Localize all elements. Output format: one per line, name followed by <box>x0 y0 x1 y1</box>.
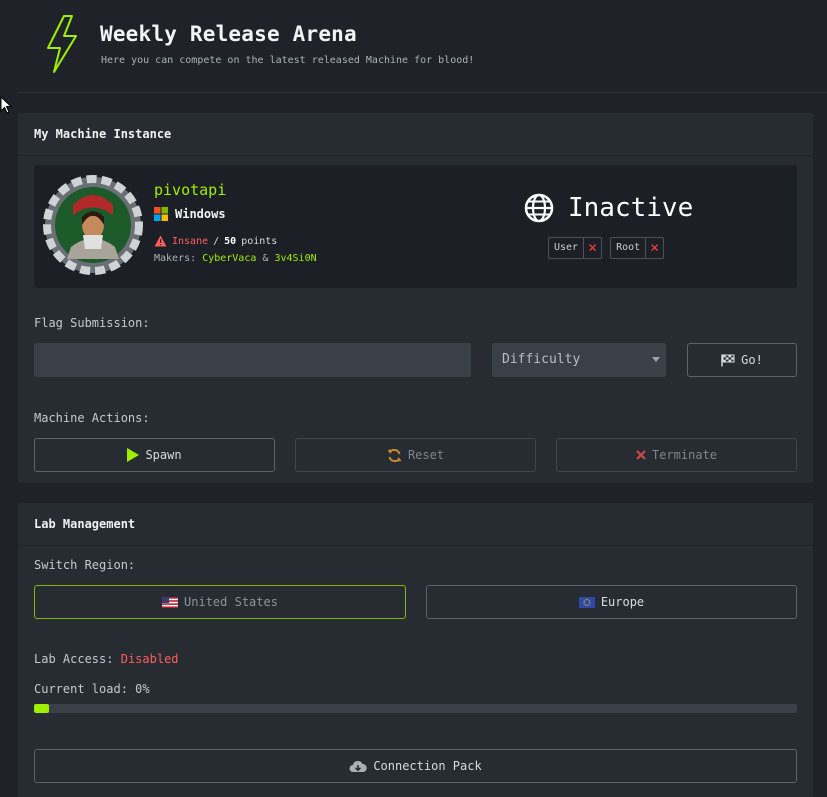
current-load-label: Current load: <box>34 682 128 696</box>
user-flag-badge: User ✕ <box>548 237 603 259</box>
makers-and: & <box>262 253 269 264</box>
owned-flags: User ✕ Root ✕ <box>548 237 665 259</box>
eu-flag-icon <box>578 596 595 608</box>
current-load-status: Current load: 0% <box>34 682 150 696</box>
points-value: 50 <box>224 235 237 247</box>
machine-actions-label: Machine Actions: <box>34 411 150 425</box>
maker-link-2[interactable]: 3v4Si0N <box>274 253 316 264</box>
cloud-download-icon <box>349 760 368 772</box>
reset-button-label: Reset <box>407 448 445 462</box>
lightning-bolt-icon <box>47 15 77 73</box>
reset-button[interactable]: Reset <box>295 438 536 472</box>
difficulty-label: Insane <box>172 235 209 247</box>
lab-management-panel: Lab Management Switch Region: United Sta… <box>18 503 813 797</box>
globe-icon <box>524 193 554 223</box>
region-eu-label: Europe <box>600 595 645 609</box>
current-load-value: 0% <box>135 682 150 696</box>
load-progress-fill <box>34 704 50 713</box>
status-text: Inactive <box>568 193 694 223</box>
switch-region-label: Switch Region: <box>34 558 136 572</box>
page-header: Weekly Release Arena Here you can compet… <box>0 0 827 93</box>
checkered-flag-icon <box>721 354 735 366</box>
flag-submission-label: Flag Submission: <box>34 316 150 330</box>
not-owned-icon: ✕ <box>583 238 601 258</box>
difficulty-separator: / <box>213 235 220 247</box>
machine-avatar[interactable] <box>43 175 143 275</box>
mouse-cursor-icon <box>0 96 12 114</box>
warning-icon <box>154 235 167 247</box>
user-flag-label: User <box>554 242 579 253</box>
close-icon <box>636 450 646 460</box>
machine-difficulty: Insane / 50 points <box>154 235 277 247</box>
submit-flag-button[interactable]: Go! <box>687 343 797 377</box>
not-owned-icon: ✕ <box>645 238 663 258</box>
load-progress-bar <box>34 704 797 713</box>
lab-access-value: Disabled <box>120 652 179 666</box>
spawn-button-label: Spawn <box>145 448 182 462</box>
machine-instance-panel: My Machine Instance pivotapi Windows Ins… <box>18 113 813 483</box>
difficulty-select[interactable]: Difficulty <box>492 343 666 377</box>
connection-pack-button[interactable]: Connection Pack <box>34 749 797 783</box>
makers-label: Makers: <box>154 253 197 264</box>
maker-link-1[interactable]: CyberVaca <box>202 253 256 264</box>
lab-access-status: Lab Access: Disabled <box>34 652 179 666</box>
region-eu-button[interactable]: Europe <box>426 585 797 619</box>
caret-down-icon <box>652 357 660 362</box>
panel-divider <box>18 155 813 156</box>
lab-access-label: Lab Access: <box>34 652 114 666</box>
region-us-button[interactable]: United States <box>34 585 406 619</box>
header-divider <box>18 92 827 93</box>
difficulty-select-value: Difficulty <box>502 352 581 367</box>
page-subtitle: Here you can compete on the latest relea… <box>101 55 475 66</box>
flag-input[interactable] <box>34 343 471 377</box>
machine-name[interactable]: pivotapi <box>154 181 226 199</box>
go-button-label: Go! <box>741 353 763 367</box>
machine-os-label: Windows <box>175 207 226 221</box>
root-flag-badge: Root ✕ <box>610 237 665 259</box>
windows-icon <box>154 207 168 221</box>
page-title: Weekly Release Arena <box>100 22 357 46</box>
machine-card: pivotapi Windows Insane / 50 points Make… <box>34 165 797 288</box>
region-us-label: United States <box>184 595 278 609</box>
spawn-button[interactable]: Spawn <box>34 438 275 472</box>
terminate-button-label: Terminate <box>651 448 718 462</box>
panel-title: My Machine Instance <box>34 127 172 141</box>
machine-os: Windows <box>154 207 226 221</box>
us-flag-icon <box>162 596 179 608</box>
points-label: points <box>241 235 278 247</box>
panel-divider <box>18 545 813 546</box>
refresh-icon <box>387 448 402 462</box>
terminate-button[interactable]: Terminate <box>556 438 797 472</box>
connection-pack-label: Connection Pack <box>373 759 482 773</box>
machine-status: Inactive <box>524 193 693 223</box>
machine-makers: Makers: CyberVaca & 3v4Si0N <box>154 253 317 264</box>
root-flag-label: Root <box>616 242 641 253</box>
play-icon <box>127 448 140 462</box>
panel-title: Lab Management <box>34 517 136 531</box>
